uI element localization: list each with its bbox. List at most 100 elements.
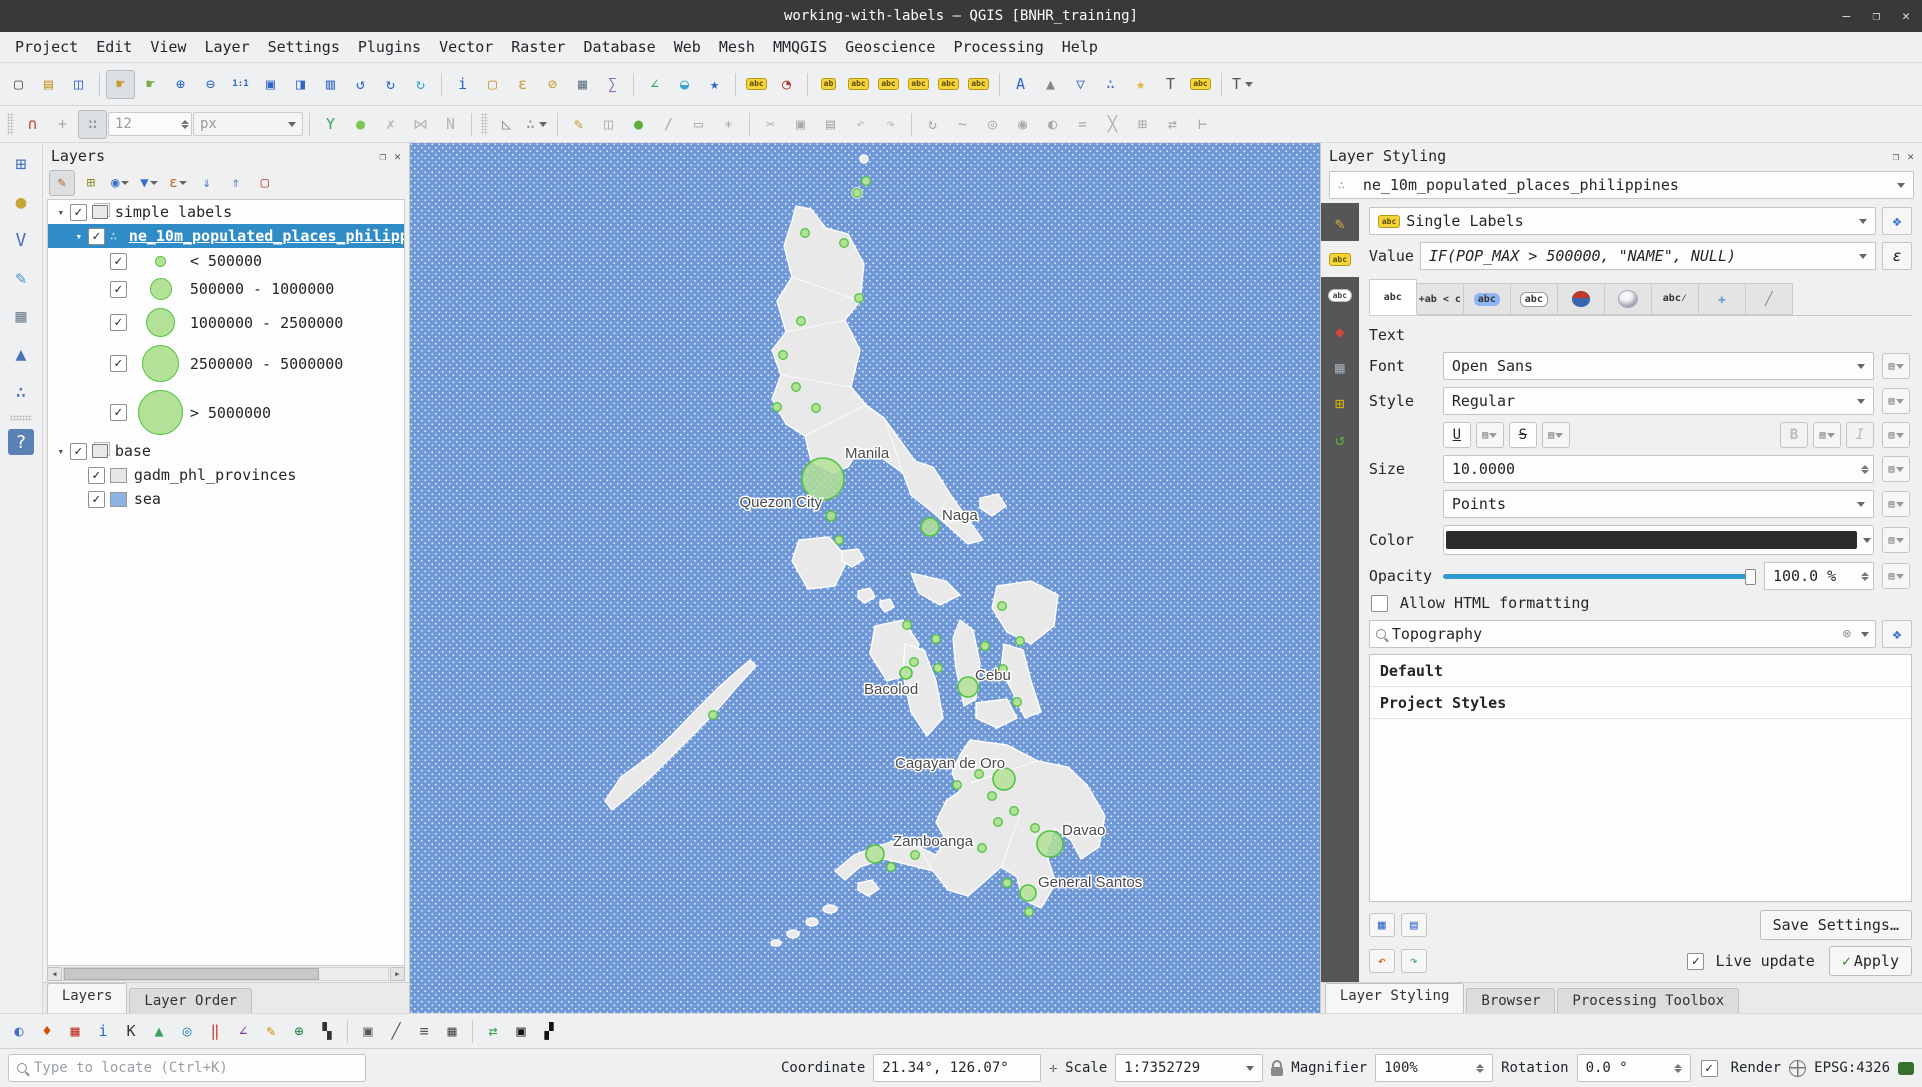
save-layer-edits-icon[interactable]: ◫ <box>594 110 623 139</box>
expand-all-icon[interactable]: ⇓ <box>194 170 220 196</box>
plugin-web-icon[interactable]: ◎ <box>174 1018 200 1044</box>
parallel-lines-tool-icon[interactable]: ≡ <box>411 1018 437 1044</box>
data-defined-override-opacity[interactable]: ▤ <box>1882 563 1910 589</box>
layer-group-row[interactable]: ▾✓simple labels <box>48 200 404 224</box>
paste-features-icon[interactable]: ▤ <box>816 110 845 139</box>
visibility-checkbox[interactable]: ✓ <box>88 228 105 245</box>
project-new-icon[interactable]: ▢ <box>4 70 33 99</box>
merge-features-icon[interactable]: ⊞ <box>1128 110 1157 139</box>
toggle-editing-icon[interactable]: ✎ <box>564 110 593 139</box>
data-defined-override-units[interactable]: ▤ <box>1882 491 1910 517</box>
redo-style-button[interactable]: ↷ <box>1401 949 1427 973</box>
advanced-digitizing-toggle-icon[interactable]: ∷ <box>78 110 107 139</box>
underline-button[interactable]: U <box>1443 422 1471 448</box>
identify-features-icon[interactable]: i <box>448 70 477 99</box>
layers-hscrollbar[interactable]: ◀ ▶ <box>47 967 405 981</box>
opacity-slider[interactable] <box>1443 565 1756 587</box>
tab-text[interactable]: abc <box>1369 279 1417 315</box>
plugin-grid-icon[interactable]: ▦ <box>62 1018 88 1044</box>
new-annotation-layer-icon[interactable]: ✎ <box>6 263 36 293</box>
new-text-annotation-icon[interactable]: T <box>1156 70 1185 99</box>
scrollbar-thumb[interactable] <box>64 968 319 980</box>
refresh-map-icon[interactable]: ↻ <box>406 70 435 99</box>
offset-curve-icon[interactable]: = <box>1068 110 1097 139</box>
simplify-feature-icon[interactable]: ~ <box>948 110 977 139</box>
menu-geoscience[interactable]: Geoscience <box>836 35 944 59</box>
copy-coordinates-icon[interactable]: ▣ <box>355 1018 381 1044</box>
coordinate-input[interactable]: 21.34°, 126.07° <box>873 1054 1041 1082</box>
new-point-cloud-layer-icon[interactable]: ∴ <box>6 377 36 407</box>
spinner-icons[interactable] <box>1476 1064 1484 1073</box>
change-label-icon[interactable]: abc <box>964 70 993 99</box>
zoom-to-selection-icon[interactable]: ◨ <box>286 70 315 99</box>
layer-diagram-options-icon[interactable]: ◔ <box>772 70 801 99</box>
font-style-selector[interactable]: Regular <box>1443 387 1874 415</box>
symbol-visibility-checkbox[interactable]: ✓ <box>110 281 127 298</box>
layer-row[interactable]: ▾✓∴ne_10m_populated_places_philippines <box>48 224 404 248</box>
rotate-label-icon[interactable]: abc <box>934 70 963 99</box>
menu-processing[interactable]: Processing <box>944 35 1052 59</box>
automated-placement-button[interactable]: ❖ <box>1882 207 1912 235</box>
menu-web[interactable]: Web <box>665 35 710 59</box>
menu-database[interactable]: Database <box>574 35 664 59</box>
plugin-paint-icon[interactable]: ✎ <box>258 1018 284 1044</box>
add-polygon-feature-icon[interactable]: ▭ <box>684 110 713 139</box>
scroll-right-icon[interactable]: ▶ <box>390 967 405 981</box>
tab-layers[interactable]: Layers <box>47 983 128 1013</box>
visibility-checkbox[interactable]: ✓ <box>88 467 105 484</box>
new-marker-annotation-icon[interactable]: ★ <box>1126 70 1155 99</box>
delete-selected-icon[interactable]: ✗ <box>376 110 405 139</box>
copy-features-icon[interactable]: ▣ <box>786 110 815 139</box>
undo-icon[interactable]: ↶ <box>846 110 875 139</box>
zoom-last-icon[interactable]: ↺ <box>346 70 375 99</box>
zoom-to-layer-icon[interactable]: ▥ <box>316 70 345 99</box>
tab-placement[interactable]: ✚ <box>1699 283 1746 315</box>
styling-panel-float-icon[interactable]: ❐ <box>1893 150 1900 163</box>
new-annotation-icon[interactable]: A <box>1006 70 1035 99</box>
plugin-profile-icon[interactable]: ∠ <box>230 1018 256 1044</box>
menu-layer[interactable]: Layer <box>195 35 258 59</box>
rotation-input[interactable]: 0.0 ° <box>1577 1054 1691 1082</box>
symbol-visibility-checkbox[interactable]: ✓ <box>110 314 127 331</box>
add-point-feature-icon[interactable]: ● <box>624 110 653 139</box>
minimize-button[interactable]: — <box>1843 9 1851 24</box>
save-settings-button[interactable]: Save Settings… <box>1760 910 1912 940</box>
map-tips-icon[interactable]: ◒ <box>670 70 699 99</box>
tab-processing-toolbox[interactable]: Processing Toolbox <box>1557 988 1739 1013</box>
data-defined-override-style[interactable]: ▤ <box>1882 388 1910 414</box>
styling-tab-labels[interactable]: abc <box>1321 241 1359 277</box>
add-part-icon[interactable]: ◉ <box>1008 110 1037 139</box>
allow-html-checkbox[interactable] <box>1371 595 1388 612</box>
symbol-class-row[interactable]: ✓> 5000000 <box>48 386 404 439</box>
tab-callouts[interactable]: abc⁄ <box>1652 283 1699 315</box>
new-line-annotation-icon[interactable]: ∴ <box>1096 70 1125 99</box>
new-mesh-layer-icon[interactable]: ▲ <box>6 339 36 369</box>
enable-tracing-icon[interactable]: Y <box>316 110 345 139</box>
data-defined-override-strikeout[interactable]: ▤ <box>1542 422 1570 448</box>
data-defined-override-underline[interactable]: ▤ <box>1476 422 1504 448</box>
tab-mask[interactable]: abc <box>1511 283 1558 315</box>
plugin-info-icon[interactable]: i <box>90 1018 116 1044</box>
strikeout-button[interactable]: S <box>1509 422 1537 448</box>
digitize-with-curve-icon[interactable]: ● <box>346 110 375 139</box>
close-button[interactable]: ✕ <box>1902 9 1910 24</box>
font-selector[interactable]: Open Sans <box>1443 352 1874 380</box>
new-bookmark-icon[interactable]: ★ <box>700 70 729 99</box>
size-units-selector[interactable]: Points <box>1443 490 1874 518</box>
filter-by-expression-icon[interactable]: ε <box>165 170 191 196</box>
spinner-icons[interactable] <box>1674 1064 1682 1073</box>
split-parts-icon[interactable]: ╳ <box>1098 110 1127 139</box>
data-defined-override-font[interactable]: ▤ <box>1882 353 1910 379</box>
symbol-class-row[interactable]: ✓< 500000 <box>48 248 404 274</box>
tab-shadow[interactable] <box>1605 283 1652 315</box>
menu-raster[interactable]: Raster <box>502 35 574 59</box>
styling-tab-masks[interactable]: abc <box>1321 277 1359 313</box>
plugin-dem-icon[interactable]: ▲ <box>146 1018 172 1044</box>
zoom-in-icon[interactable]: ⊕ <box>166 70 195 99</box>
metasearch-icon[interactable]: ◐ <box>6 1018 32 1044</box>
cut-features-icon[interactable]: ✂ <box>756 110 785 139</box>
select-annotation-icon[interactable]: ▲ <box>1036 70 1065 99</box>
locator-input[interactable]: Type to locate (Ctrl+K) <box>8 1054 366 1082</box>
labeling-mode-selector[interactable]: abc Single Labels <box>1369 207 1876 235</box>
apply-button[interactable]: ✓ Apply <box>1829 946 1912 976</box>
